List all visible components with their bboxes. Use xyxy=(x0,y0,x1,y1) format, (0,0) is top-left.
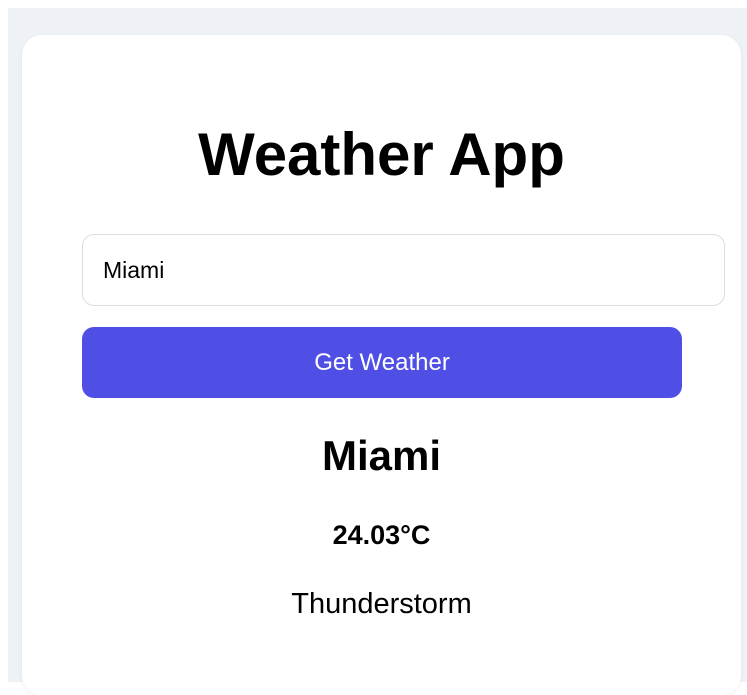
get-weather-button[interactable]: Get Weather xyxy=(82,327,682,398)
weather-card: Weather App Get Weather Miami 24.03°C Th… xyxy=(22,35,741,695)
result-description: Thunderstorm xyxy=(291,588,472,620)
app-title: Weather App xyxy=(198,121,565,188)
result-temperature: 24.03°C xyxy=(332,520,431,550)
result-city: Miami xyxy=(321,432,442,479)
city-input[interactable] xyxy=(82,234,725,306)
